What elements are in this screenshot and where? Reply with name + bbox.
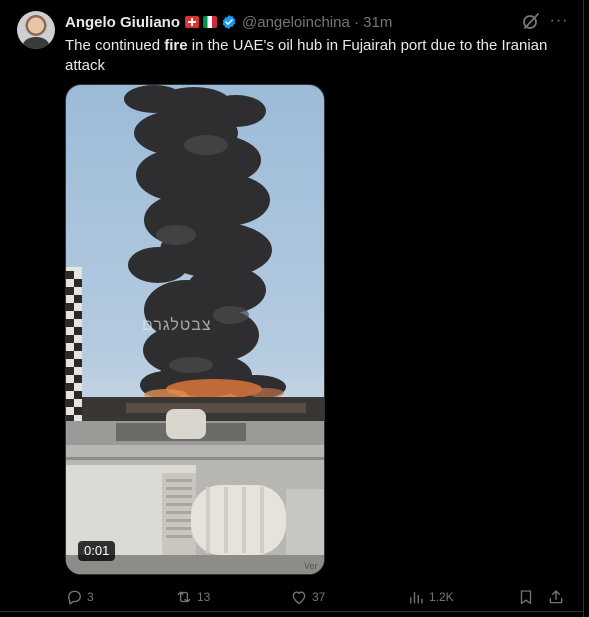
share-icon: [549, 590, 563, 604]
grok-icon[interactable]: [521, 11, 541, 31]
tank: [166, 409, 206, 439]
video-player[interactable]: צבטלגרם 0:01 Ver: [65, 84, 325, 575]
video-timestamp: 0:01: [78, 541, 116, 561]
bookmark-icon: [520, 590, 532, 605]
share-button[interactable]: [547, 586, 565, 608]
views-count: 1.2K: [429, 590, 454, 604]
tweet-text: The continued fire in the UAE's oil hub …: [65, 36, 560, 76]
reply-icon: [68, 590, 81, 605]
like-count: 37: [312, 590, 326, 604]
action-bar: 3 13 37 1.2K: [0, 586, 589, 610]
bottom-border: [0, 611, 584, 612]
repost-count: 13: [197, 590, 211, 604]
bookmark-button[interactable]: [517, 586, 535, 608]
like-button[interactable]: 37: [290, 586, 325, 608]
video-watermark: צבטלגרם: [142, 317, 212, 334]
handle-and-time[interactable]: @angeloinchina · 31m: [242, 14, 392, 31]
repost-button[interactable]: 13: [175, 586, 210, 608]
smoke-plume: [124, 85, 286, 399]
cylinder-tank: [191, 485, 286, 555]
tweet-header: Angelo Giuliano @angeloinchina · 31m: [65, 12, 392, 32]
like-icon: [292, 591, 306, 605]
verified-badge-icon[interactable]: [221, 14, 237, 30]
more-icon[interactable]: ···: [549, 12, 569, 30]
reply-button[interactable]: 3: [65, 586, 94, 608]
tweet-text-part: The continued: [65, 37, 165, 54]
views-button[interactable]: 1.2K: [407, 586, 454, 608]
repost-icon: [177, 591, 191, 603]
corner-text: Ver: [304, 561, 318, 571]
right-border: [583, 0, 584, 617]
avatar[interactable]: [17, 11, 55, 49]
tweet-text-bold: fire: [164, 37, 188, 54]
author-name[interactable]: Angelo Giuliano: [65, 14, 180, 31]
italian-flag-icon: [203, 16, 217, 28]
swiss-flag-icon: [185, 16, 199, 28]
views-icon: [410, 591, 423, 604]
reply-count: 3: [87, 590, 94, 604]
